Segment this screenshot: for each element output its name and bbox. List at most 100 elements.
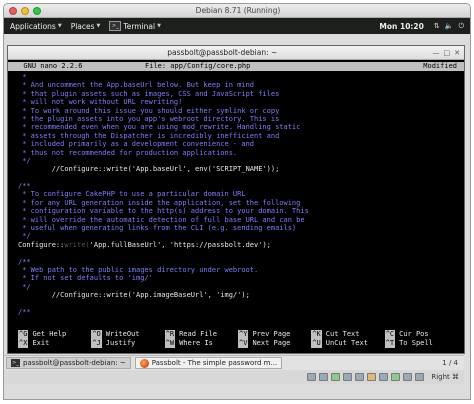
code-line: * will override the automatic detection … bbox=[18, 215, 305, 224]
shortcut-item: ^R Read File bbox=[164, 330, 238, 339]
shortcut-label: Cur Pos bbox=[399, 330, 429, 339]
shortcut-item: ^U UnCut Text bbox=[311, 339, 384, 348]
shortcut-label: Cut Text bbox=[325, 330, 360, 339]
chevron-down-icon: ▼ bbox=[96, 23, 101, 29]
shortcut-key: ^X bbox=[18, 339, 29, 348]
usb-icon[interactable] bbox=[355, 373, 365, 381]
code-line: * that plugin assets such as images, CSS… bbox=[18, 89, 280, 98]
code-line: * useful when generating links from the … bbox=[18, 224, 297, 233]
maximize-icon[interactable] bbox=[33, 6, 41, 15]
shortcut-label: Prev Page bbox=[252, 330, 291, 339]
maximize-icon[interactable]: □ bbox=[444, 49, 451, 57]
taskbar-item-label: passbolt@passbolt-debian: ~ bbox=[23, 359, 126, 367]
terminal-body[interactable]: GNU nano 2.2.6 File: app/Config/core.php… bbox=[8, 60, 464, 353]
code-line: //Configure::write('App.imageBaseUrl', '… bbox=[18, 291, 250, 300]
code-line: */ bbox=[18, 232, 31, 241]
chevron-down-icon: ▼ bbox=[157, 23, 161, 29]
shortcut-label: Justify bbox=[105, 339, 136, 348]
code-line: */ bbox=[18, 282, 31, 291]
power-icon[interactable]: ⏻ bbox=[458, 22, 464, 31]
code-line: * thus not recommended for production ap… bbox=[18, 148, 238, 157]
shortcut-item: ^K Cut Text bbox=[311, 330, 384, 339]
clock[interactable]: Mon 10:20 bbox=[379, 22, 423, 31]
taskbar-item-browser[interactable]: Passbolt - The simple password m... bbox=[134, 357, 283, 369]
cpu-icon[interactable] bbox=[403, 373, 413, 381]
shared-folder-icon[interactable] bbox=[367, 373, 377, 381]
code-token: 'App.fullBaseUrl', 'https://passbolt.dev… bbox=[89, 240, 271, 249]
workspace-indicator[interactable]: 1 / 4 bbox=[442, 359, 458, 367]
shortcut-item: ^W Where Is bbox=[164, 339, 238, 348]
shortcut-key: ^G bbox=[18, 330, 29, 339]
shortcut-item: ^T To Spell bbox=[384, 339, 458, 348]
network-icon[interactable]: ⇅ bbox=[434, 22, 440, 30]
code-line: * Web path to the public images director… bbox=[18, 265, 259, 274]
shortcut-item: ^O WriteOut bbox=[91, 330, 164, 339]
gnome-top-panel: Applications ▼ Places ▼ >_ Terminal ▼ Mo… bbox=[4, 18, 470, 34]
window-controls bbox=[9, 6, 41, 15]
code-line: * for any URL generation inside the appl… bbox=[18, 198, 301, 207]
code-line: * assets through the Dispatcher is incre… bbox=[18, 131, 280, 140]
firefox-icon bbox=[139, 358, 149, 368]
code-line: * And uncomment the App.baseUrl below. B… bbox=[18, 81, 255, 90]
shortcut-label: Exit bbox=[32, 339, 50, 348]
places-menu[interactable]: Places ▼ bbox=[71, 22, 101, 31]
display-icon[interactable] bbox=[379, 373, 389, 381]
shortcut-key: ^V bbox=[238, 339, 249, 348]
shortcut-key: ^O bbox=[91, 330, 102, 339]
hdd-icon[interactable] bbox=[307, 373, 317, 381]
taskbar-item-label: Passbolt - The simple password m... bbox=[151, 359, 278, 367]
code-token: Configure:: bbox=[18, 240, 65, 249]
shortcut-key: ^R bbox=[164, 330, 176, 339]
terminal-icon: >_ bbox=[109, 21, 122, 31]
code-line: //Configure::write('App.baseUrl', env('S… bbox=[18, 165, 280, 174]
terminal-launcher[interactable]: >_ Terminal ▼ bbox=[109, 21, 161, 31]
minimize-icon[interactable]: — bbox=[433, 49, 440, 57]
shortcut-label: WriteOut bbox=[105, 330, 140, 339]
code-line: * To configure CakePHP to use a particul… bbox=[18, 190, 246, 199]
terminal-window-controls: — □ ✕ bbox=[433, 49, 461, 57]
audio-icon[interactable] bbox=[331, 373, 341, 381]
shortcut-item: ^G Get Help bbox=[18, 330, 91, 339]
terminal-icon: >_ bbox=[11, 359, 20, 367]
code-token: write( bbox=[64, 240, 90, 249]
mouse-integration-icon[interactable] bbox=[415, 373, 425, 381]
code-line: * configuration variable to the http(s) … bbox=[18, 207, 309, 216]
code-line: /** bbox=[18, 307, 31, 316]
code-line: * To work around this issue you should e… bbox=[18, 106, 280, 115]
close-icon[interactable] bbox=[9, 6, 17, 15]
host-key-label: Right ⌘ bbox=[431, 373, 459, 381]
nano-version: GNU nano 2.2.6 bbox=[15, 62, 83, 70]
close-icon[interactable]: ✕ bbox=[454, 49, 460, 57]
system-tray: ⇅ 🔈 ⏻ bbox=[434, 22, 464, 31]
places-label: Places bbox=[70, 21, 95, 31]
network-icon[interactable] bbox=[343, 373, 353, 381]
vbox-status-bar: Right ⌘ bbox=[4, 370, 464, 384]
code-line: * recommended even when you are using mo… bbox=[18, 123, 301, 132]
shortcut-key: ^K bbox=[311, 330, 322, 339]
shortcut-key: ^J bbox=[91, 339, 102, 348]
terminal-titlebar: passbolt@passbolt-debian: ~ — □ ✕ bbox=[8, 46, 464, 60]
minimize-icon[interactable] bbox=[21, 6, 29, 15]
volume-icon[interactable]: 🔈 bbox=[445, 22, 454, 30]
applications-menu[interactable]: Applications ▼ bbox=[10, 22, 62, 31]
guest-taskbar: >_ passbolt@passbolt-debian: ~ Passbolt … bbox=[4, 355, 464, 370]
shortcut-key: ^U bbox=[311, 339, 322, 348]
code-editor[interactable]: * * And uncomment the App.baseUrl below.… bbox=[8, 71, 464, 316]
optical-drive-icon[interactable] bbox=[319, 373, 329, 381]
taskbar-item-terminal[interactable]: >_ passbolt@passbolt-debian: ~ bbox=[6, 357, 131, 369]
shortcut-label: Where Is bbox=[179, 339, 213, 348]
code-line: /** bbox=[18, 257, 31, 266]
code-line: */ bbox=[18, 156, 31, 165]
shortcut-key: ^Y bbox=[238, 330, 249, 339]
shortcut-label: UnCut Text bbox=[325, 339, 368, 348]
terminal-label: Terminal bbox=[123, 21, 156, 31]
vbox-titlebar: Debian 8.71 (Running) bbox=[4, 4, 470, 18]
terminal-title: passbolt@passbolt-debian: ~ bbox=[167, 48, 278, 57]
shortcut-item: ^J Justify bbox=[91, 339, 164, 348]
shortcut-key: ^W bbox=[164, 339, 176, 348]
terminal-window: passbolt@passbolt-debian: ~ — □ ✕ GNU na… bbox=[7, 45, 465, 354]
code-line: Configure::write('App.fullBaseUrl', 'htt… bbox=[18, 241, 454, 249]
recording-icon[interactable] bbox=[391, 373, 401, 381]
